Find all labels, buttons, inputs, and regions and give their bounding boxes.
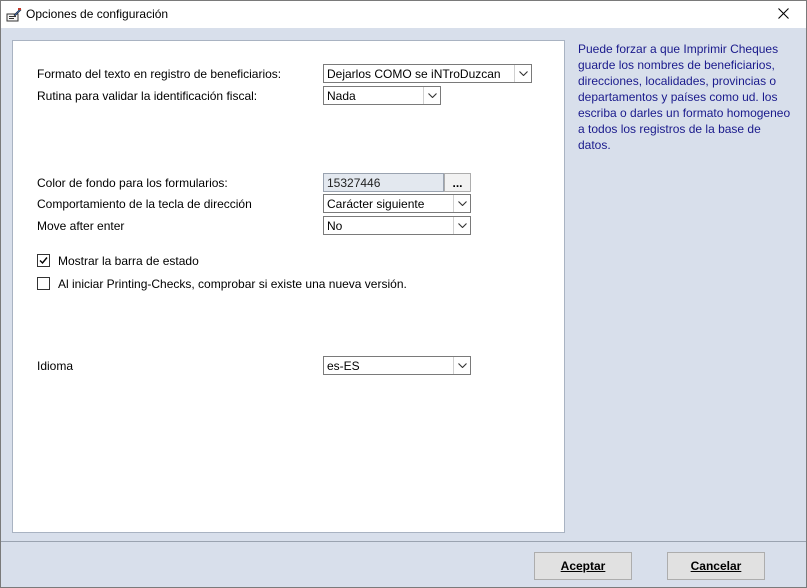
- tax-id-routine-label: Rutina para validar la identificación fi…: [37, 89, 258, 103]
- button-bar: Aceptar Cancelar: [1, 542, 806, 587]
- close-button[interactable]: [760, 1, 806, 28]
- title-bar: Opciones de configuración: [1, 1, 806, 28]
- move-after-enter-label: Move after enter: [37, 219, 125, 233]
- settings-dialog: Opciones de configuración Formato del te…: [0, 0, 807, 588]
- beneficiary-format-value: Dejarlos COMO se iNTroDuzcan: [327, 67, 501, 81]
- settings-panel: Formato del texto en registro de benefic…: [12, 40, 565, 533]
- move-after-enter-select[interactable]: No: [323, 216, 471, 235]
- app-settings-icon: [6, 7, 22, 23]
- chevron-down-icon: [423, 87, 440, 104]
- form-background-label: Color de fondo para los formularios:: [37, 176, 228, 190]
- move-after-enter-value: No: [327, 219, 343, 233]
- beneficiary-format-label: Formato del texto en registro de benefic…: [37, 67, 282, 81]
- arrow-key-behavior-label: Comportamiento de la tecla de dirección: [37, 197, 252, 211]
- chevron-down-icon: [514, 65, 531, 82]
- form-background-field[interactable]: 15327446: [323, 173, 444, 192]
- show-status-bar-checkbox[interactable]: [37, 254, 50, 267]
- show-status-bar-label: Mostrar la barra de estado: [58, 254, 199, 268]
- check-new-version-checkbox[interactable]: [37, 277, 50, 290]
- form-background-value: 15327446: [327, 176, 381, 190]
- chevron-down-icon: [453, 217, 470, 234]
- language-value: es-ES: [327, 359, 360, 373]
- chevron-down-icon: [453, 357, 470, 374]
- checkmark-icon: [39, 257, 48, 265]
- language-select[interactable]: es-ES: [323, 356, 471, 375]
- beneficiary-format-select[interactable]: Dejarlos COMO se iNTroDuzcan: [323, 64, 532, 83]
- close-icon: [777, 7, 789, 22]
- arrow-key-behavior-value: Carácter siguiente: [327, 197, 425, 211]
- tax-id-routine-select[interactable]: Nada: [323, 86, 441, 105]
- chevron-down-icon: [453, 195, 470, 212]
- tax-id-routine-value: Nada: [327, 89, 356, 103]
- check-new-version-label: Al iniciar Printing-Checks, comprobar si…: [58, 277, 407, 291]
- arrow-key-behavior-select[interactable]: Carácter siguiente: [323, 194, 471, 213]
- pick-color-button[interactable]: ...: [444, 173, 471, 192]
- language-label: Idioma: [37, 359, 74, 373]
- window-title: Opciones de configuración: [26, 7, 169, 21]
- accept-button[interactable]: Aceptar: [534, 552, 632, 580]
- help-text: Puede forzar a que Imprimir Cheques guar…: [578, 42, 791, 152]
- cancel-button[interactable]: Cancelar: [667, 552, 765, 580]
- dialog-body: Formato del texto en registro de benefic…: [1, 28, 806, 587]
